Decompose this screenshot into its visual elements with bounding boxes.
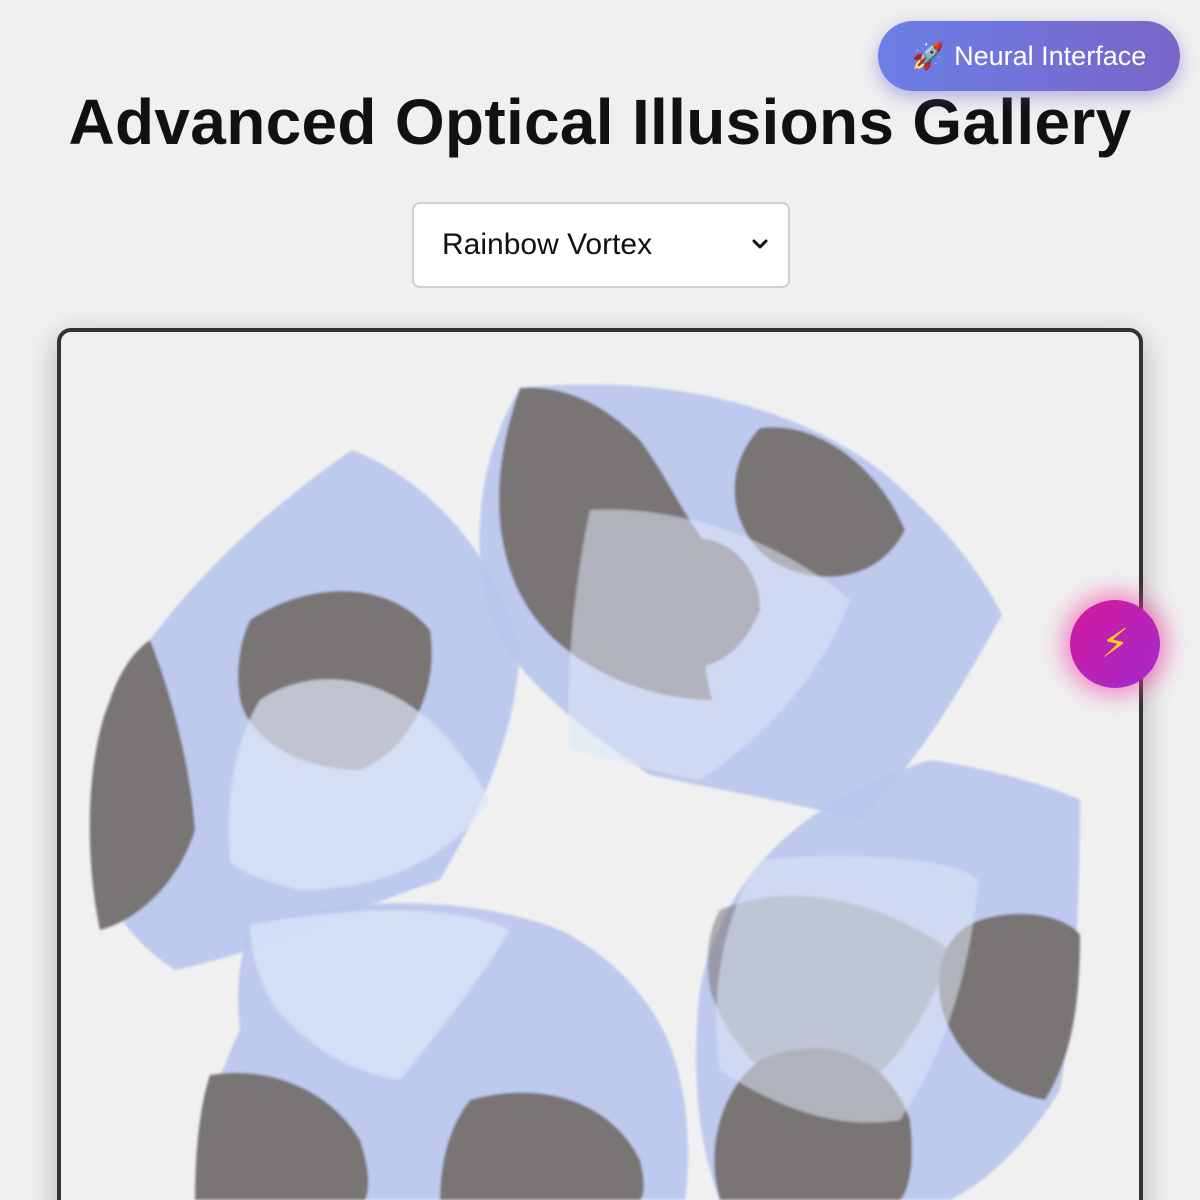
vortex-petal-left: [89, 450, 520, 970]
page: Advanced Optical Illusions Gallery 🚀 Neu…: [0, 0, 1200, 1200]
vortex-petal-right: [696, 760, 1080, 1200]
illusion-canvas[interactable]: [57, 328, 1143, 1200]
vortex-petal-bottom: [195, 903, 688, 1200]
illusion-select-value: Rainbow Vortex: [442, 228, 653, 261]
neural-interface-button[interactable]: 🚀 Neural Interface: [878, 21, 1180, 91]
illusion-drawing: [89, 384, 1080, 1200]
rocket-icon: 🚀: [911, 40, 945, 71]
lightning-bolt-icon: ⚡: [1100, 622, 1130, 666]
vortex-petal-top-right: [479, 384, 1002, 820]
neural-interface-label: Neural Interface: [954, 40, 1147, 71]
lightning-bolt-button[interactable]: ⚡: [1070, 600, 1160, 688]
illusion-select[interactable]: Rainbow Vortex: [412, 202, 790, 288]
page-title: Advanced Optical Illusions Gallery: [68, 86, 1132, 158]
chevron-down-icon: [752, 238, 768, 252]
